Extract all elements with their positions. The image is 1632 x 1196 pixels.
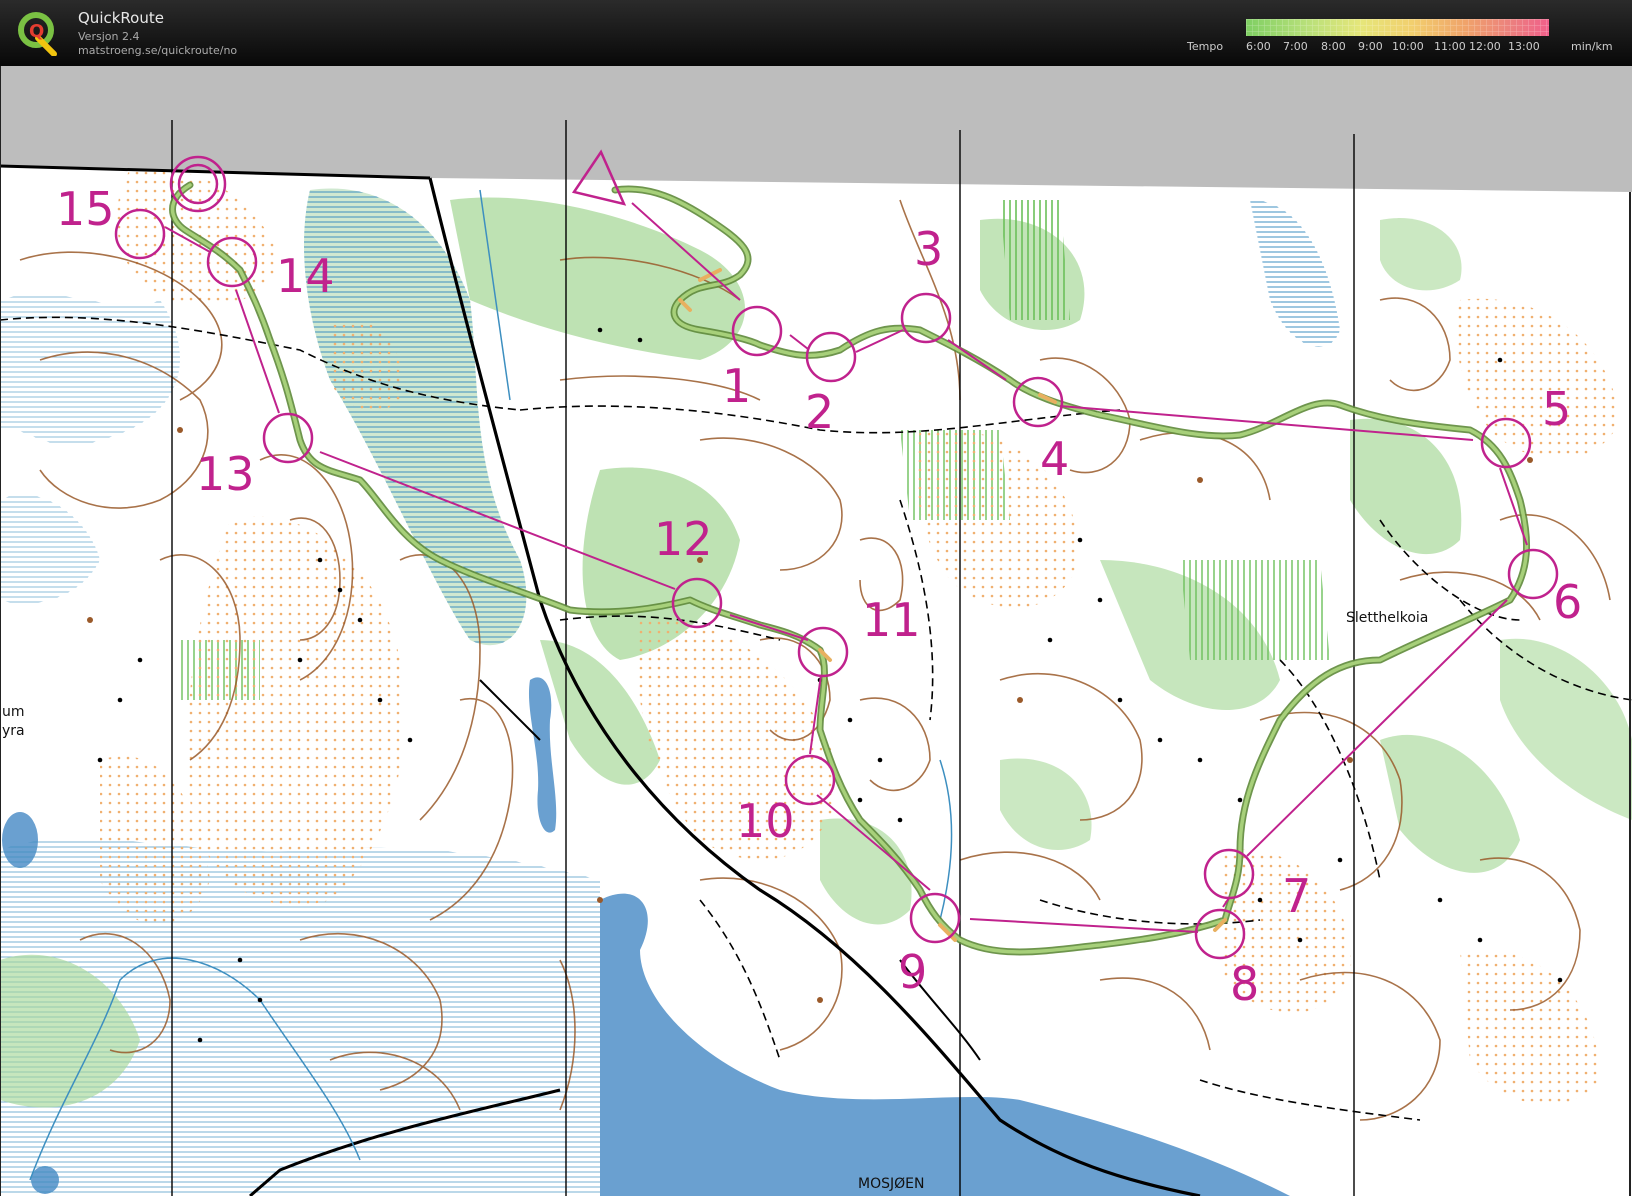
undergrowth [1180, 560, 1330, 660]
tempo-tick: 11:00 [1434, 40, 1466, 53]
control-number-2: 2 [805, 385, 834, 439]
undergrowth [1000, 200, 1070, 320]
control-number-4: 4 [1040, 432, 1069, 486]
app-version: Versjon 2.4 [78, 30, 140, 43]
tempo-label: Tempo [1187, 40, 1224, 53]
app-url: matstroeng.se/quickroute/no [78, 44, 238, 57]
tempo-tick: 7:00 [1283, 40, 1308, 53]
control-number-15: 15 [56, 182, 115, 236]
place-name-sletthelkoia: Sletthelkoia [1346, 610, 1428, 626]
place-name-yra: yra [2, 723, 25, 739]
tempo-tick: 13:00 [1508, 40, 1540, 53]
tempo-tick: 9:00 [1358, 40, 1383, 53]
app-title: QuickRoute [78, 9, 164, 27]
map-viewport[interactable]: 1 2 3 4 5 6 7 8 9 10 11 12 13 14 15 Slet… [0, 66, 1632, 1196]
tempo-gradient-bar [1246, 19, 1549, 36]
tempo-tick: 6:00 [1246, 40, 1271, 53]
tempo-unit: min/km [1571, 40, 1613, 53]
control-number-12: 12 [654, 512, 713, 566]
tempo-ticks: 6:00 7:00 8:00 9:00 10:00 11:00 12:00 13… [1246, 40, 1576, 54]
control-number-14: 14 [276, 249, 335, 303]
tempo-tick: 12:00 [1469, 40, 1501, 53]
control-number-3: 3 [914, 222, 943, 276]
app-header: Q QuickRoute Versjon 2.4 matstroeng.se/q… [0, 0, 1632, 66]
control-number-5: 5 [1542, 382, 1571, 436]
tempo-tick: 8:00 [1321, 40, 1346, 53]
control-number-10: 10 [736, 794, 795, 848]
control-number-13: 13 [196, 447, 255, 501]
control-number-8: 8 [1230, 957, 1259, 1011]
control-number-7: 7 [1282, 869, 1311, 923]
place-name-um: um [2, 704, 25, 720]
control-number-1: 1 [722, 359, 751, 413]
orienteering-map[interactable]: 1 2 3 4 5 6 7 8 9 10 11 12 13 14 15 Slet… [0, 66, 1632, 1196]
logo-letter: Q [29, 21, 44, 42]
control-number-11: 11 [862, 593, 921, 647]
place-name-mosjoen: MOSJØEN [858, 1176, 924, 1192]
quickroute-logo-icon: Q [18, 12, 57, 56]
control-number-6: 6 [1553, 575, 1582, 629]
control-number-9: 9 [898, 945, 927, 999]
tempo-tick: 10:00 [1392, 40, 1424, 53]
